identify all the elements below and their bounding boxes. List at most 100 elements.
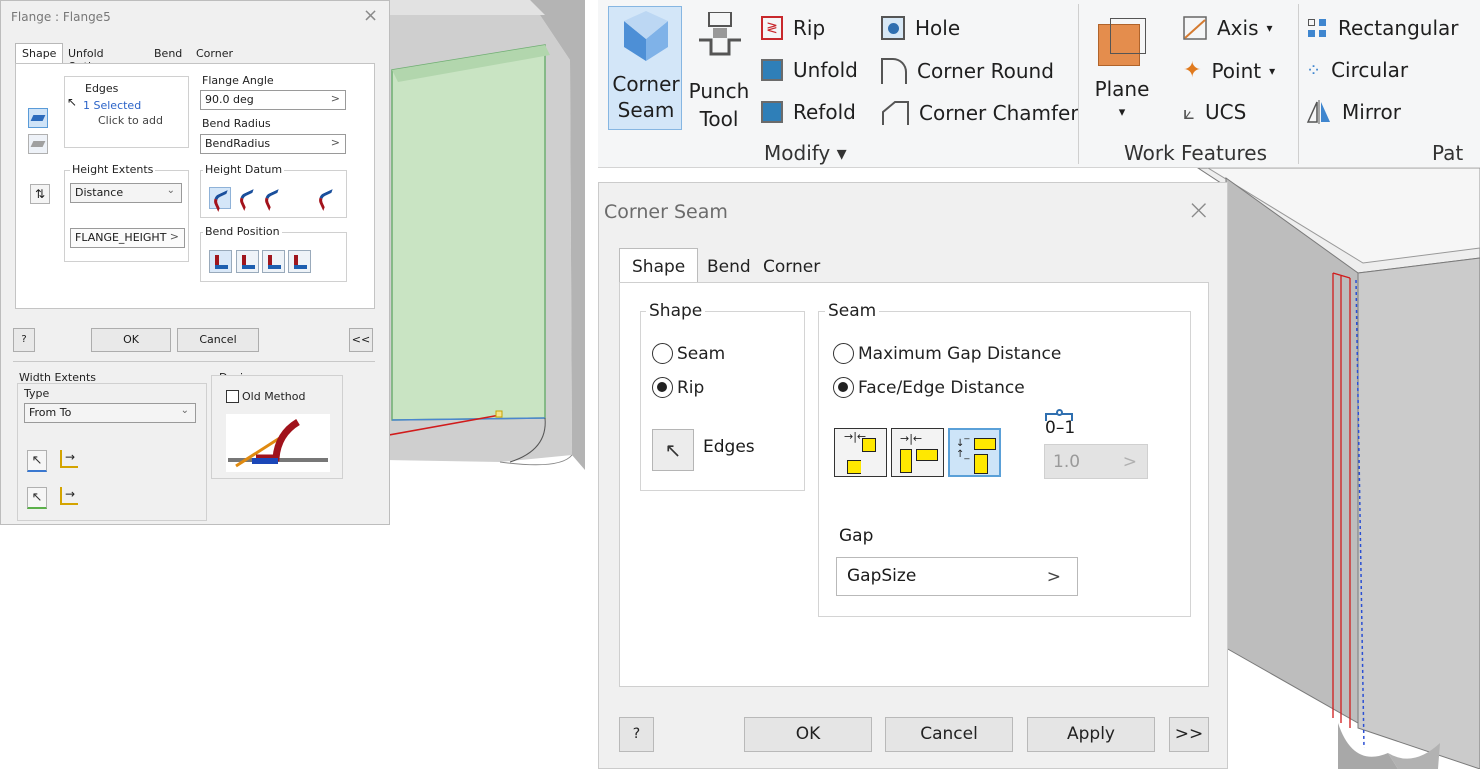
chevron-right-icon[interactable]: > (170, 230, 179, 243)
chevron-right-icon[interactable]: > (331, 136, 340, 149)
ratio-field[interactable]: 1.0 > (1044, 444, 1148, 479)
radio-selected-icon (833, 377, 854, 398)
flange-graphics-window: Flange : Flange5 × Shape Unfold Options … (0, 0, 590, 525)
bend-position-tangent-icon[interactable] (288, 250, 311, 273)
dialog-title: Corner Seam (604, 201, 728, 223)
gap-field[interactable]: GapSize > (836, 557, 1078, 596)
ucs-button[interactable]: ⟀ UCS (1183, 100, 1246, 124)
cursor-icon: ↖ (67, 95, 78, 109)
edges-select-button[interactable]: ↖ (652, 429, 694, 471)
unfold-button[interactable]: Unfold (761, 58, 858, 82)
flange-height-value: FLANGE_HEIGHT (75, 231, 167, 244)
hole-label: Hole (915, 16, 961, 40)
overlap-gap-icon[interactable]: →|← (891, 428, 944, 477)
point-button[interactable]: ✦ Point ▾ (1183, 58, 1275, 83)
axis-icon (1183, 16, 1207, 40)
edges-label: Edges (703, 437, 755, 457)
tab-unfold-options[interactable]: Unfold Options (61, 43, 117, 73)
bend-position-inside-icon[interactable] (209, 250, 232, 273)
maximum-gap-distance-radio[interactable]: Maximum Gap Distance (833, 343, 1061, 364)
tab-corner[interactable]: Corner (750, 248, 833, 284)
corner-chamfer-button[interactable]: Corner Chamfer (881, 100, 1079, 126)
bend-position-adjacent-icon[interactable] (262, 250, 285, 273)
corner-round-button[interactable]: Corner Round (881, 58, 1054, 84)
dialog-title: Flange : Flange5 (11, 10, 111, 24)
corner-round-label: Corner Round (917, 59, 1054, 83)
bend-radius-value: BendRadius (205, 137, 271, 150)
plane-label: Plane (1094, 77, 1150, 101)
radio-icon (652, 343, 673, 364)
type-label: Type (24, 387, 50, 400)
corner-seam-icon (624, 11, 668, 61)
mirror-button[interactable]: Mirror (1306, 100, 1401, 124)
bend-position-outside-icon[interactable] (236, 250, 259, 273)
corner-chamfer-icon (882, 101, 909, 125)
help-button[interactable]: ? (619, 717, 654, 752)
rectangular-pattern-button[interactable]: Rectangular (1306, 16, 1458, 40)
datum-aligned-icon[interactable] (315, 187, 337, 209)
to-arrow-icon: → (60, 487, 78, 505)
refold-button[interactable]: Refold (761, 100, 856, 124)
cancel-button[interactable]: Cancel (177, 328, 259, 352)
collapse-button[interactable]: << (349, 328, 373, 352)
old-method-checkbox[interactable] (226, 390, 239, 403)
loop-select-mode-icon[interactable] (28, 134, 48, 154)
cancel-button[interactable]: Cancel (885, 717, 1013, 752)
height-extents-dropdown[interactable]: Distance ⌄ (70, 183, 182, 203)
flange-dialog: Flange : Flange5 × Shape Unfold Options … (0, 0, 390, 525)
to-select-icon[interactable]: ↖ (27, 487, 47, 509)
close-icon[interactable]: × (1187, 193, 1210, 226)
punch-tool-label-1: Punch (688, 79, 750, 103)
datum-parallel-icon[interactable] (261, 187, 283, 209)
circular-pattern-icon: ⁘ (1306, 59, 1322, 81)
rip-radio[interactable]: Rip (652, 377, 704, 398)
hole-button[interactable]: Hole (881, 16, 960, 40)
point-icon: ✦ (1183, 58, 1202, 83)
ucs-label: UCS (1204, 100, 1247, 124)
corner-seam-label-2: Seam (617, 98, 675, 122)
chevron-right-icon[interactable]: > (331, 92, 340, 105)
rip-radio-label: Rip (677, 377, 705, 398)
mirror-icon (1306, 100, 1330, 124)
from-select-icon[interactable]: ↖ (27, 450, 47, 472)
reverse-overlap-gap-icon[interactable]: ↓‾ ↑_ (948, 428, 1001, 477)
width-type-dropdown[interactable]: From To ⌄ (24, 403, 196, 423)
pattern-group-label: Pat (1432, 141, 1464, 165)
ok-button[interactable]: OK (744, 717, 872, 752)
chevron-right-icon[interactable]: > (1047, 567, 1061, 587)
edge-select-mode-icon[interactable] (28, 108, 48, 128)
rip-button[interactable]: ≷ Rip (761, 16, 825, 40)
tab-shape[interactable]: Shape (15, 43, 64, 64)
corner-seam-button[interactable]: Corner Seam (608, 6, 682, 130)
apply-button[interactable]: Apply (1027, 717, 1155, 752)
seam-radio[interactable]: Seam (652, 343, 725, 364)
flip-direction-icon[interactable]: ⇅ (30, 184, 50, 204)
tab-shape[interactable]: Shape (619, 248, 699, 284)
symmetric-gap-icon[interactable]: →|← (834, 428, 887, 477)
datum-outer-icon[interactable] (209, 187, 231, 209)
flange-height-field[interactable]: FLANGE_HEIGHT > (70, 228, 185, 248)
bend-radius-field[interactable]: BendRadius > (200, 134, 346, 154)
edges-title: Edges (85, 82, 119, 95)
datum-inner-icon[interactable] (236, 187, 258, 209)
face-edge-distance-radio[interactable]: Face/Edge Distance (833, 377, 1025, 398)
close-icon[interactable]: × (363, 5, 378, 26)
edges-selector[interactable]: Edges ↖ 1 Selected Click to add (64, 76, 189, 148)
mirror-label: Mirror (1342, 100, 1401, 124)
tab-corner[interactable]: Corner (189, 43, 240, 64)
help-button[interactable]: ? (13, 328, 35, 352)
flange-angle-field[interactable]: 90.0 deg > (200, 90, 346, 110)
punch-tool-button[interactable]: Punch Tool (688, 6, 750, 131)
axis-dropdown-icon: ▾ (1266, 21, 1273, 35)
modify-group-label[interactable]: Modify ▾ (764, 141, 847, 165)
tab-bend[interactable]: Bend (147, 43, 189, 64)
plane-button[interactable]: Plane ▾ (1092, 14, 1152, 132)
expand-button[interactable]: >> (1169, 717, 1209, 752)
height-datum-label: Height Datum (203, 163, 285, 176)
circular-pattern-button[interactable]: ⁘ Circular (1306, 58, 1408, 82)
axis-button[interactable]: Axis ▾ (1183, 16, 1273, 40)
unfold-icon (761, 59, 783, 81)
ok-button[interactable]: OK (91, 328, 171, 352)
plane-dropdown-icon: ▾ (1118, 105, 1126, 120)
maximum-gap-distance-label: Maximum Gap Distance (858, 343, 1062, 364)
